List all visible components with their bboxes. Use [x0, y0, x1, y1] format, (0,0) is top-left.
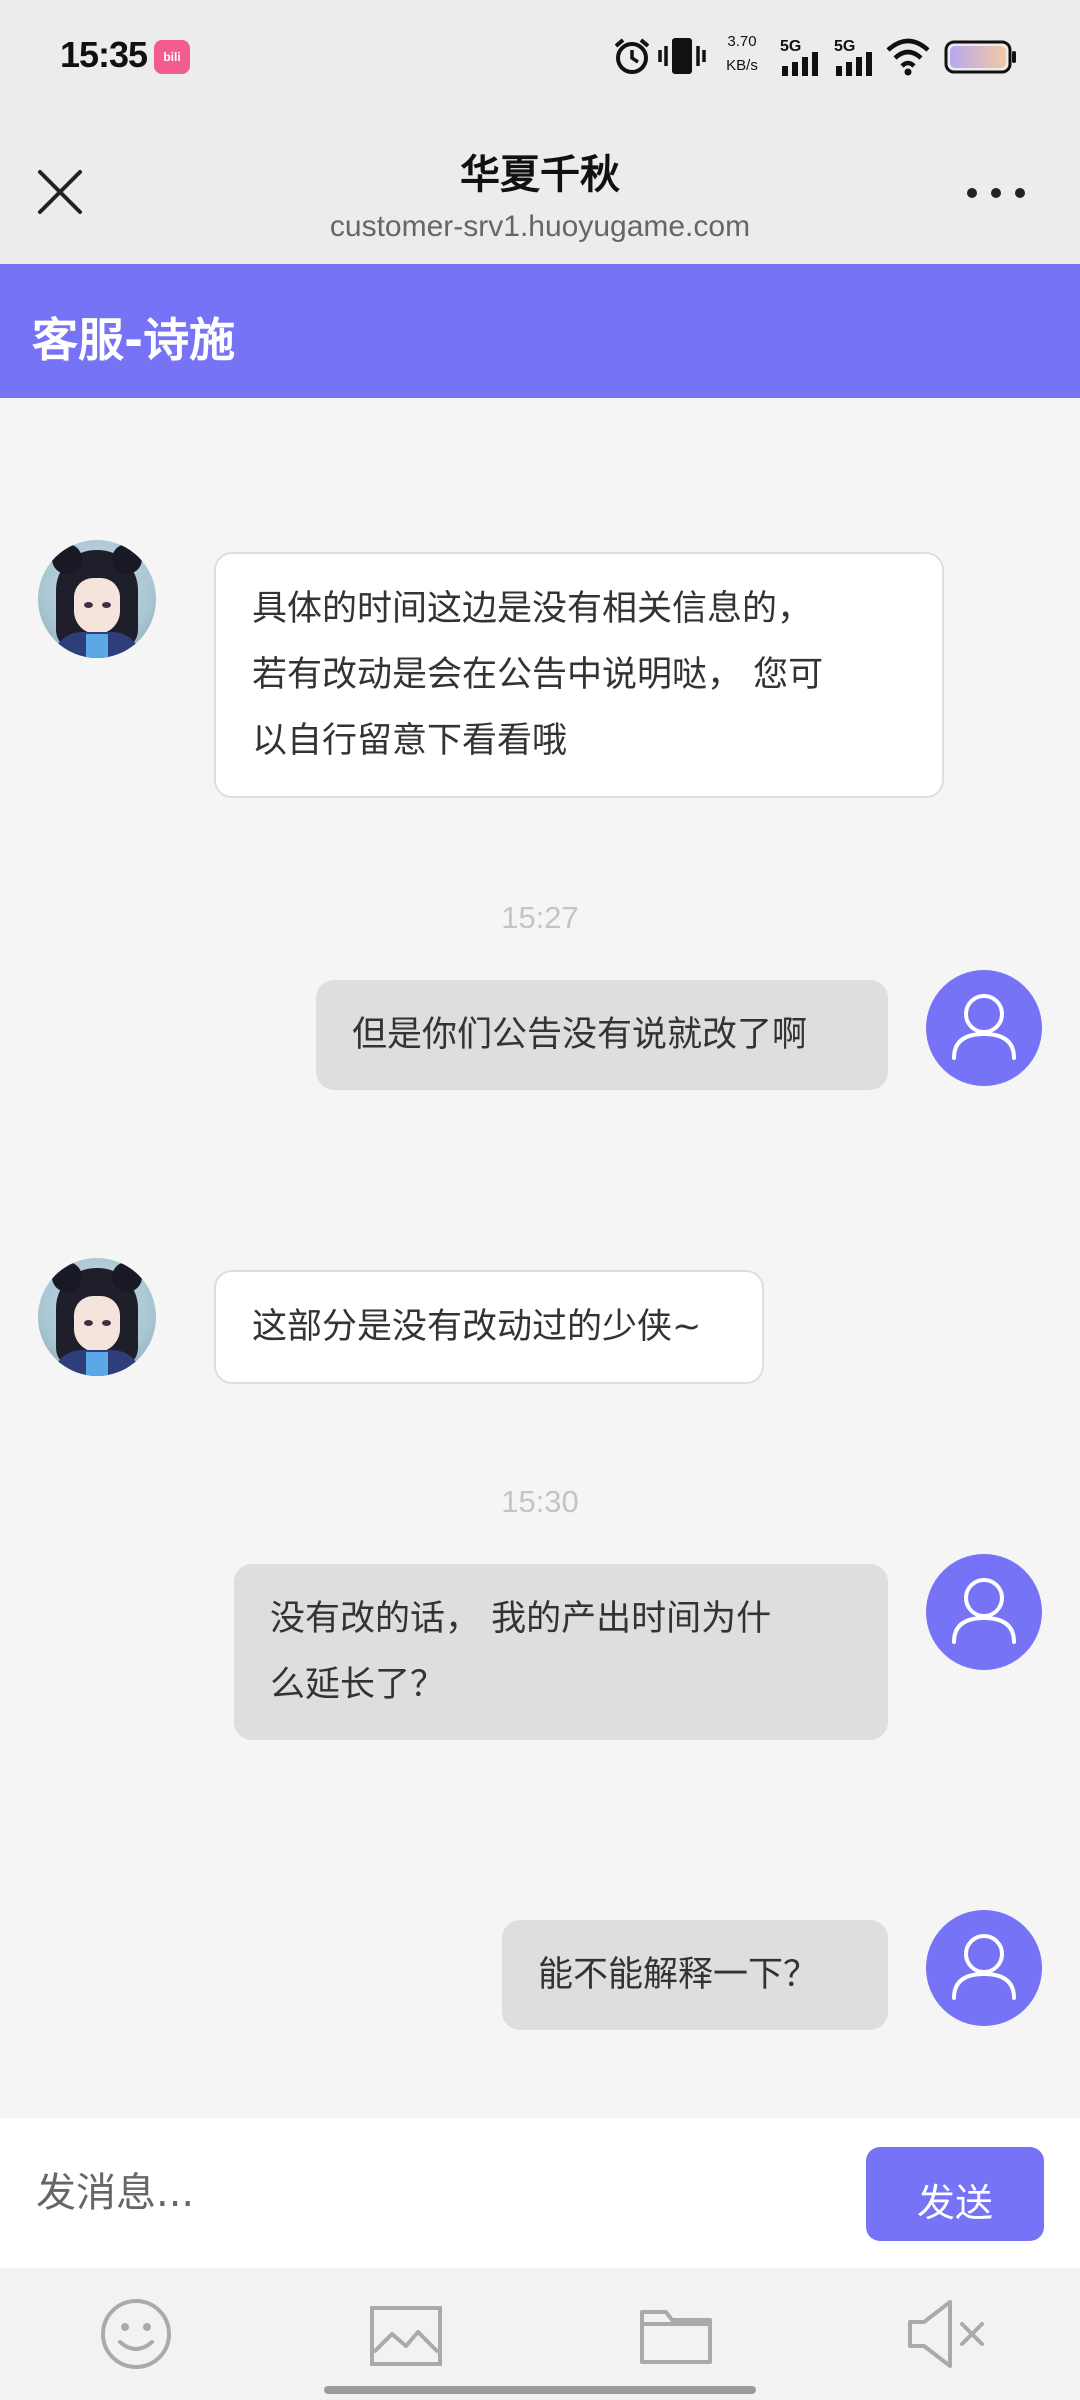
- image-icon[interactable]: [366, 2294, 446, 2374]
- emoji-icon[interactable]: [96, 2294, 176, 2374]
- network-speed-unit: KB/s: [726, 57, 758, 74]
- agent-avatar: [38, 1258, 156, 1376]
- folder-icon[interactable]: [636, 2294, 716, 2374]
- network-speed: 3.70 KB/s: [722, 30, 762, 78]
- more-options-icon[interactable]: [964, 178, 1028, 208]
- message-line: 没有改的话， 我的产出时间为什: [270, 1599, 772, 1639]
- page-title: 华夏千秋: [460, 152, 620, 198]
- message-input-bar: 发送: [0, 2118, 1080, 2268]
- message-timestamp: 15:27: [501, 900, 579, 935]
- message-line: 么延长了？: [270, 1665, 446, 1705]
- vibrate-icon: [658, 38, 706, 74]
- message-line: 这部分是没有改动过的少侠~: [252, 1307, 702, 1347]
- send-button[interactable]: 发送: [866, 2147, 1044, 2241]
- agent-name: 客服-诗施: [32, 313, 236, 367]
- home-indicator[interactable]: [324, 2386, 756, 2394]
- chat-area[interactable]: 具体的时间这边是没有相关信息的， 若有改动是会在公告中说明哒， 您可 以自行留意…: [0, 398, 1080, 2118]
- user-icon: [952, 1934, 1016, 2000]
- message-line: 若有改动是会在公告中说明哒， 您可: [252, 655, 824, 695]
- bilibili-app-icon: bili: [154, 40, 190, 74]
- message-input[interactable]: [36, 2158, 836, 2228]
- message-timestamp: 15:30: [501, 1484, 579, 1519]
- user-avatar: [926, 1910, 1042, 2026]
- page-url: customer-srv1.huoyugame.com: [329, 210, 751, 243]
- agent-message-bubble[interactable]: 这部分是没有改动过的少侠~: [214, 1270, 764, 1384]
- mute-icon[interactable]: [904, 2294, 994, 2374]
- message-line: 但是你们公告没有说就改了啊: [352, 1015, 808, 1055]
- alarm-icon: [614, 38, 650, 74]
- signal-icon: [836, 52, 872, 76]
- battery-icon: [944, 40, 1016, 74]
- page-header: 华夏千秋 customer-srv1.huoyugame.com: [0, 118, 1080, 264]
- user-message-bubble[interactable]: 但是你们公告没有说就改了啊: [316, 980, 888, 1090]
- user-icon: [952, 1578, 1016, 1644]
- message-line: 以自行留意下看看哦: [252, 721, 568, 761]
- message-line: 具体的时间这边是没有相关信息的，: [252, 589, 813, 629]
- wifi-icon: [886, 38, 930, 76]
- agent-bar: 客服-诗施: [0, 264, 1080, 398]
- user-avatar: [926, 1554, 1042, 1670]
- user-message-bubble[interactable]: 能不能解释一下？: [502, 1920, 888, 2030]
- network-speed-value: 3.70: [727, 33, 757, 50]
- agent-message-bubble[interactable]: 具体的时间这边是没有相关信息的， 若有改动是会在公告中说明哒， 您可 以自行留意…: [214, 552, 944, 798]
- status-time: 15:35: [60, 34, 148, 75]
- status-bar: 15:35 bili 3.70 KB/s 5G 5G: [0, 0, 1080, 118]
- bottom-toolbar: [0, 2268, 1080, 2400]
- agent-avatar: [38, 540, 156, 658]
- message-line: 能不能解释一下？: [538, 1955, 819, 1995]
- user-message-bubble[interactable]: 没有改的话， 我的产出时间为什 么延长了？: [234, 1564, 888, 1740]
- user-icon: [952, 994, 1016, 1060]
- user-avatar: [926, 970, 1042, 1086]
- signal-icon: [782, 52, 818, 76]
